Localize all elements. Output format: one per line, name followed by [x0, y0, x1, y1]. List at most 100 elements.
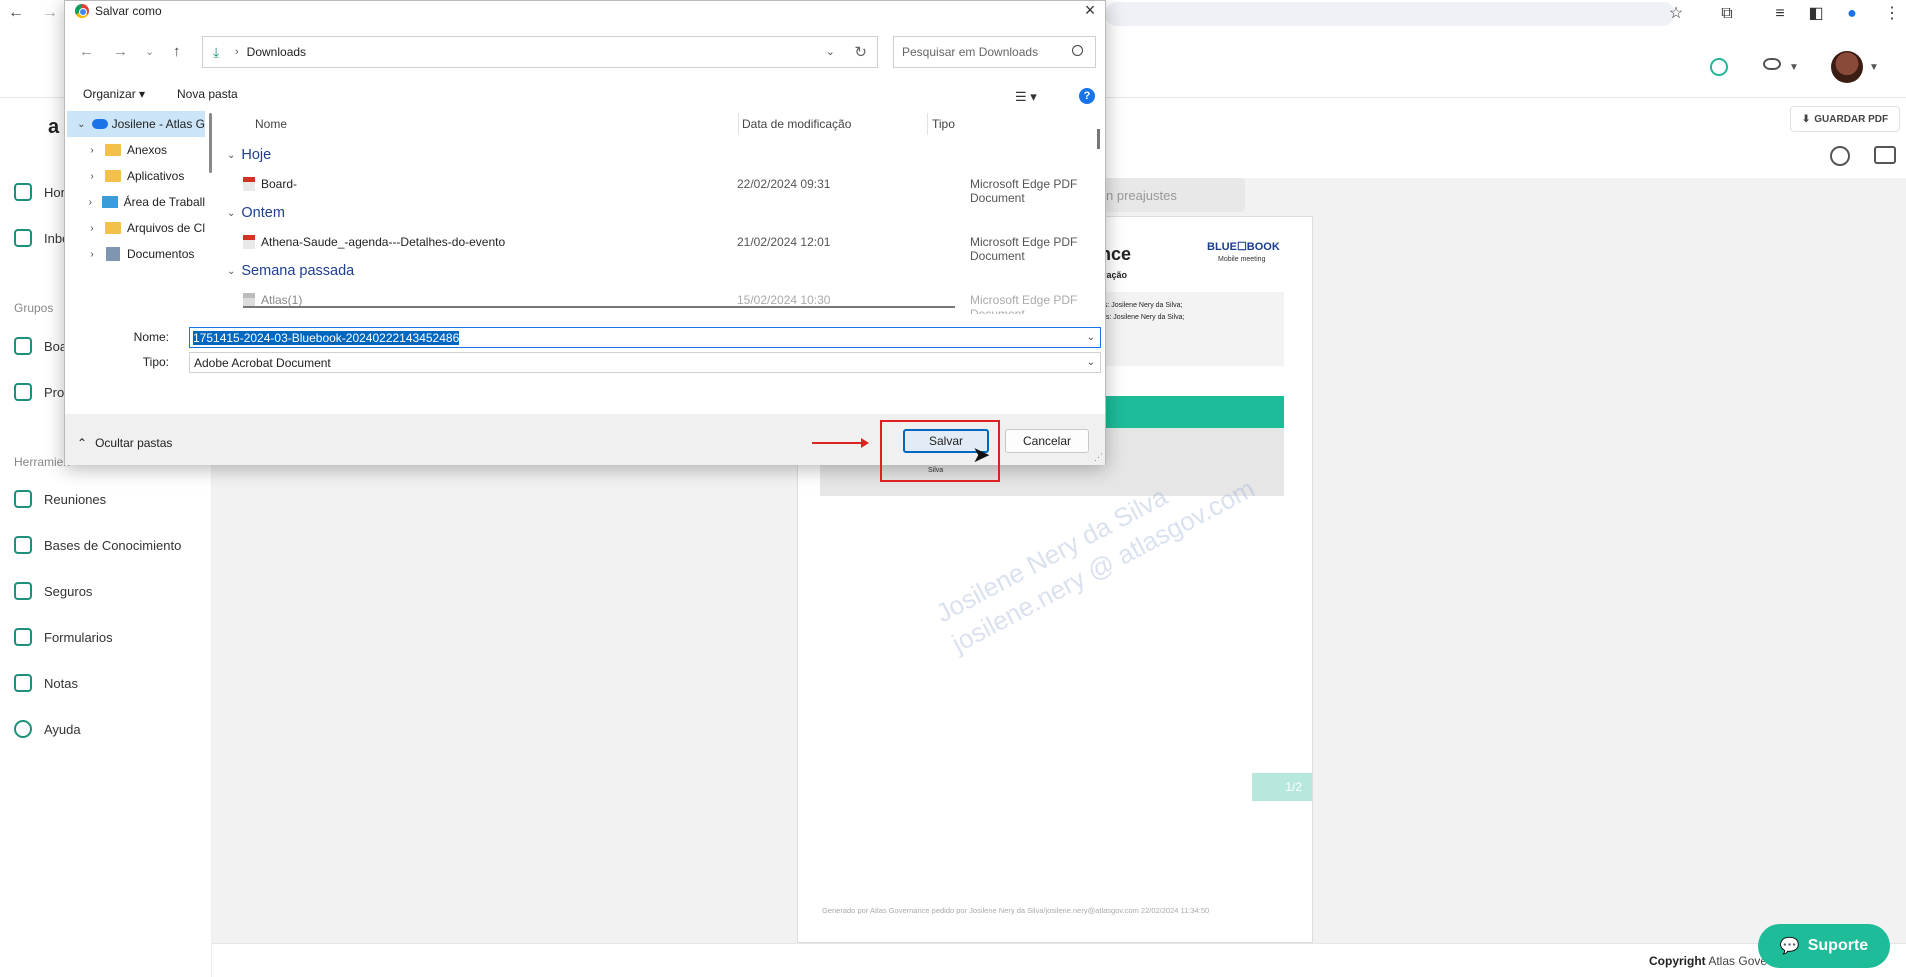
address-box[interactable]: ⤓ › Downloads ⌄ ↻	[202, 36, 878, 68]
address-bar[interactable]	[1105, 2, 1675, 26]
search-input[interactable]: Pesquisar em Downloads	[893, 36, 1096, 68]
sidebar-group-label: Grupos	[14, 301, 54, 315]
onedrive-icon	[91, 119, 108, 129]
up-folder-icon[interactable]: ↑	[173, 43, 181, 60]
comments-icon[interactable]	[1874, 146, 1896, 164]
sidebar-item-bases[interactable]: Bases de Conocimiento	[14, 533, 181, 557]
menu-icon[interactable]: ⋮	[1882, 4, 1902, 24]
chevron-right-icon[interactable]: ›	[83, 145, 101, 156]
back-icon[interactable]: ←	[79, 43, 94, 60]
sidebar-tools-label: Herramien	[14, 455, 71, 469]
chevron-down-icon[interactable]: ▼	[1869, 62, 1879, 73]
avatar[interactable]	[1831, 51, 1863, 83]
close-icon[interactable]: ×	[1079, 1, 1101, 21]
refresh-icon[interactable]: ↻	[854, 43, 867, 61]
save-pdf-button[interactable]: ⬇ GUARDAR PDF	[1790, 106, 1900, 132]
horizontal-scrollbar[interactable]	[243, 306, 955, 308]
chevron-down-icon[interactable]: ▼	[1789, 62, 1799, 73]
sidebar-item-reuniones[interactable]: Reuniones	[14, 487, 106, 511]
sidepanel-icon[interactable]: ◧	[1806, 4, 1826, 24]
nav-item-desktop[interactable]: › Área de Traball	[67, 189, 205, 215]
filetype-select[interactable]: Adobe Acrobat Document ⌄	[189, 352, 1101, 373]
file-row[interactable]: Athena-Saude_-agenda---Detalhes-do-event…	[221, 231, 1097, 263]
calendar-icon	[14, 490, 32, 508]
search-icon[interactable]	[1830, 146, 1850, 166]
support-button[interactable]: 💬 Suporte	[1758, 924, 1890, 968]
column-header-name[interactable]: Nome	[255, 117, 287, 131]
pdf-info-line: tes: Josilene Nery da Silva;	[1100, 314, 1185, 321]
nav-item-aplicativos[interactable]: › Aplicativos	[67, 163, 205, 189]
media-icon[interactable]: ≡	[1770, 4, 1790, 24]
help-icon[interactable]: ?	[1079, 88, 1095, 104]
group-header[interactable]: ⌄ Semana passada	[227, 263, 354, 279]
recent-locations-icon[interactable]: ⌄	[145, 45, 154, 58]
extension-icon[interactable]: ⧉	[1717, 4, 1737, 24]
sidebar-item-projects[interactable]: Pro	[14, 380, 64, 404]
forward-icon[interactable]: →	[42, 4, 58, 22]
cancel-button[interactable]: Cancelar	[1005, 429, 1089, 453]
sidebar-item-ayuda[interactable]: Ayuda	[14, 717, 81, 741]
chevron-right-icon[interactable]: ›	[83, 197, 98, 208]
group-header[interactable]: ⌄ Ontem	[227, 205, 285, 221]
bluebook-tagline: Mobile meeting	[1218, 256, 1266, 263]
chevron-right-icon[interactable]: ›	[83, 249, 101, 260]
address-row: ← → ⌄ ↑ ⤓ › Downloads ⌄ ↻ Pesquisar em D…	[65, 31, 1105, 73]
pen-icon	[14, 628, 32, 646]
nav-item-documentos[interactable]: › Documentos	[67, 241, 205, 267]
back-icon[interactable]: ←	[8, 4, 24, 22]
eye-icon[interactable]	[1763, 58, 1781, 70]
chevron-down-icon[interactable]: ⌄	[73, 119, 90, 130]
search-icon	[1072, 45, 1083, 56]
pdf-footer: Generado por Atlas Governance pedido por…	[822, 906, 1210, 915]
chat-icon[interactable]	[1710, 58, 1728, 76]
hide-folders-button[interactable]: ⌃ Ocultar pastas	[77, 436, 172, 450]
app-logo: a	[48, 116, 60, 138]
column-header-type[interactable]: Tipo	[932, 117, 955, 131]
inbox-icon	[14, 229, 32, 247]
pdf-info-line: os: Josilene Nery da Silva;	[1100, 302, 1183, 309]
sidebar-item-notas[interactable]: Notas	[14, 671, 78, 695]
chevron-right-icon[interactable]: ›	[83, 223, 101, 234]
chevron-down-icon[interactable]: ⌄	[826, 45, 835, 58]
profile-icon[interactable]: ●	[1842, 4, 1862, 24]
sidebar-item-formularios[interactable]: Formularios	[14, 625, 113, 649]
nav-scrollbar[interactable]	[209, 113, 212, 173]
page-indicator: 1/2	[1252, 773, 1312, 801]
view-options-icon[interactable]: ☰ ▾	[1015, 89, 1037, 105]
column-divider[interactable]	[738, 113, 739, 135]
sidebar-item-boards[interactable]: Boa	[14, 334, 67, 358]
star-icon[interactable]: ☆	[1666, 4, 1686, 24]
column-header-date[interactable]: Data de modificação	[742, 117, 851, 131]
breadcrumb-separator-icon: ›	[235, 46, 239, 58]
filename-label: Nome:	[133, 330, 169, 344]
sidebar-item-home[interactable]: Hor	[14, 180, 65, 204]
filename-input[interactable]: 1751415-2024-03-Bluebook-202402221434524…	[189, 327, 1101, 348]
organize-button[interactable]: Organizar ▾	[83, 87, 145, 101]
file-row[interactable]: Board- 22/02/2024 09:31 Microsoft Edge P…	[221, 173, 1097, 205]
nav-item-anexos[interactable]: › Anexos	[67, 137, 205, 163]
home-icon	[14, 183, 32, 201]
pdf-file-icon	[243, 177, 255, 191]
forward-icon[interactable]: →	[113, 43, 128, 60]
new-folder-button[interactable]: Nova pasta	[177, 87, 238, 101]
vertical-scrollbar[interactable]	[1097, 129, 1100, 149]
chevron-down-icon: ⌄	[1086, 357, 1095, 368]
nav-item-arquivos[interactable]: › Arquivos de Cl	[67, 215, 205, 241]
nav-item-onedrive[interactable]: ⌄ Josilene - Atlas G	[67, 111, 205, 137]
folder-icon	[105, 144, 121, 156]
chevron-right-icon[interactable]: ›	[83, 171, 101, 182]
books-icon	[14, 536, 32, 554]
group-header[interactable]: ⌄ Hoje	[227, 147, 271, 163]
column-divider[interactable]	[927, 113, 928, 135]
preset-tab[interactable]: n preajustes	[1100, 178, 1245, 212]
chevron-down-icon[interactable]: ⌄	[1087, 332, 1095, 343]
resize-grip-icon[interactable]: ⋰	[1094, 452, 1103, 463]
sidebar-item-inbox[interactable]: Inbo	[14, 226, 69, 250]
sidebar-item-seguros[interactable]: Seguros	[14, 579, 92, 603]
note-icon	[14, 674, 32, 692]
breadcrumb[interactable]: Downloads	[247, 45, 306, 59]
folder-icon	[105, 170, 121, 182]
filetype-label: Tipo:	[142, 355, 169, 369]
chrome-icon	[75, 4, 89, 18]
dialog-title: Salvar como	[95, 4, 162, 18]
